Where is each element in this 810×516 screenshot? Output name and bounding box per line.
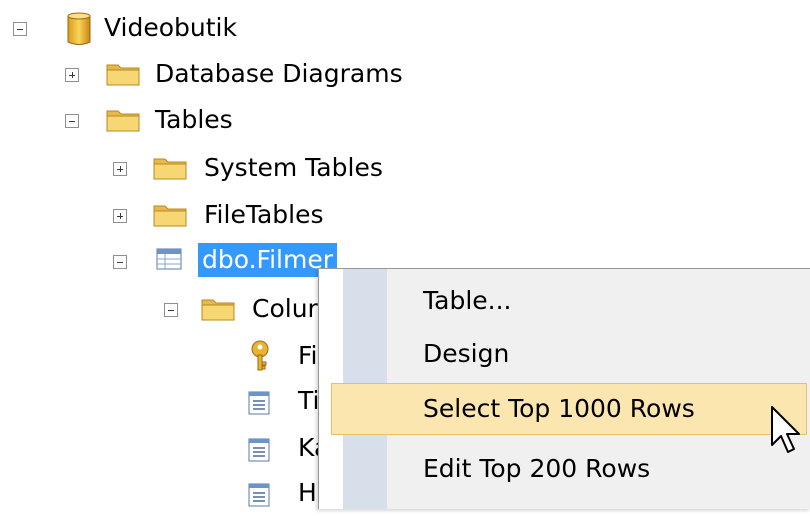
tree-node-label: Videobutik <box>104 13 237 42</box>
database-icon <box>66 12 92 46</box>
tree-node-dbo-filmer[interactable]: dbo.Filmer <box>0 240 370 280</box>
tree-node-columns[interactable]: Colur <box>0 290 320 330</box>
tree-node-label: System Tables <box>204 153 383 182</box>
tree-node-column[interactable]: Fi <box>0 337 320 377</box>
column-icon <box>248 438 270 462</box>
tree-node-label: Colur <box>252 294 318 323</box>
column-icon <box>248 483 270 507</box>
mouse-cursor-icon <box>770 405 806 457</box>
expand-icon[interactable] <box>113 162 127 176</box>
folder-icon <box>153 203 187 227</box>
folder-icon <box>153 156 187 180</box>
tree-node-label: Tables <box>155 105 233 134</box>
collapse-icon[interactable] <box>113 255 127 269</box>
tree-node-column[interactable]: Ka <box>0 431 329 471</box>
tree-node-label: Ti <box>298 386 320 415</box>
folder-icon <box>106 108 140 132</box>
tree-node-system-tables[interactable]: System Tables <box>0 149 460 189</box>
menu-item-edit-top-200-rows[interactable]: Edit Top 200 Rows <box>331 443 810 495</box>
column-icon <box>248 391 270 415</box>
tree-node-videobutik[interactable]: Videobutik <box>0 8 300 48</box>
menu-item-design[interactable]: Design <box>331 328 810 380</box>
menu-item-select-top-1000-rows[interactable]: Select Top 1000 Rows <box>331 383 807 435</box>
folder-icon <box>106 62 140 86</box>
collapse-icon[interactable] <box>65 114 79 128</box>
tree-node-database-diagrams[interactable]: Database Diagrams <box>0 55 460 95</box>
key-icon <box>248 340 272 372</box>
menu-item-table[interactable]: Table... <box>331 275 810 327</box>
tree-node-label: H <box>298 478 317 507</box>
table-icon <box>156 248 182 270</box>
tree-node-tables[interactable]: Tables <box>0 101 300 141</box>
expand-icon[interactable] <box>65 68 79 82</box>
context-menu: Table... Design Select Top 1000 Rows Edi… <box>318 268 810 509</box>
tree-node-column[interactable]: H <box>0 476 320 516</box>
tree-node-column[interactable]: Ti <box>0 384 320 424</box>
tree-node-filetables[interactable]: FileTables <box>0 196 460 236</box>
tree-node-label: FileTables <box>204 200 324 229</box>
tree-node-label: Fi <box>298 341 318 370</box>
collapse-icon[interactable] <box>164 303 178 317</box>
expand-icon[interactable] <box>113 209 127 223</box>
collapse-icon[interactable] <box>13 22 27 36</box>
tree-node-label: dbo.Filmer <box>198 243 338 277</box>
folder-icon <box>201 297 235 321</box>
tree-node-label: Database Diagrams <box>155 59 403 88</box>
